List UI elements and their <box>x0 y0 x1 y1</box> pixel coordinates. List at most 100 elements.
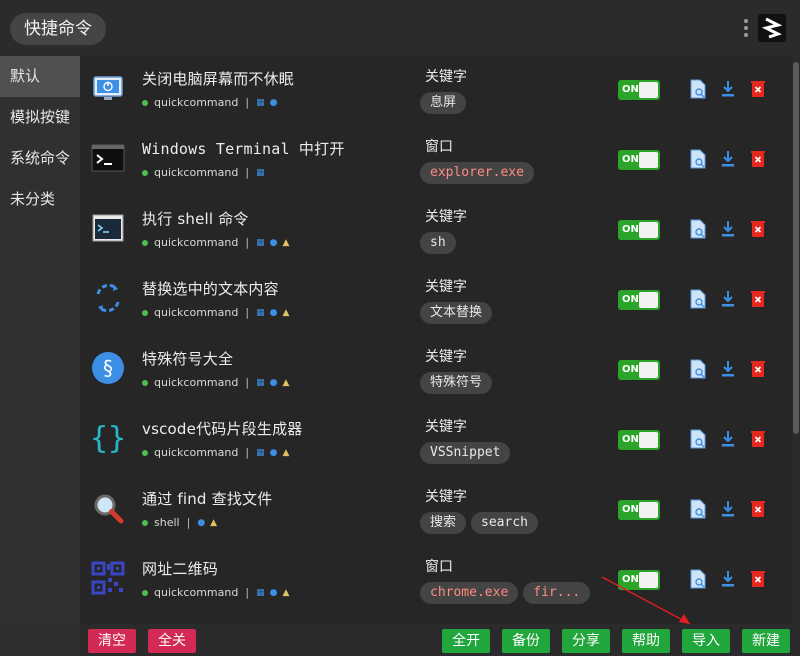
command-title: 替换选中的文本内容 <box>142 280 279 298</box>
windows-icon: ▦ <box>256 447 265 458</box>
keyword-chips: chrome.exe fir... <box>420 582 595 604</box>
linux-icon: ▲ <box>282 237 290 248</box>
command-row: 关闭电脑屏幕而不休眠 quickcommand | ▦ ● 关键字 息屏 ON <box>80 56 792 126</box>
enable-toggle[interactable]: ON <box>618 80 660 100</box>
export-icon[interactable] <box>720 79 736 99</box>
sidebar-item-uncategorized[interactable]: 未分类 <box>0 179 80 220</box>
command-tag: quickcommand <box>154 376 239 389</box>
keyword-chip: 文本替换 <box>420 302 493 324</box>
kebab-menu-icon[interactable] <box>742 17 750 41</box>
keyword-chip: chrome.exe <box>420 582 519 604</box>
import-button[interactable]: 导入 <box>682 629 730 653</box>
keyword-chips: sh <box>420 232 461 254</box>
command-tag: quickcommand <box>154 166 239 179</box>
keyword-chips: 搜索 search <box>420 512 543 534</box>
enable-toggle[interactable]: ON <box>618 500 660 520</box>
enable-toggle[interactable]: ON <box>618 150 660 170</box>
linux-icon: ▲ <box>282 447 290 458</box>
edit-icon[interactable] <box>690 79 706 99</box>
quickcommand-logo-icon <box>758 14 786 42</box>
delete-icon[interactable] <box>750 79 766 99</box>
feature-type: 关键字 <box>425 279 467 295</box>
enable-toggle[interactable]: ON <box>618 220 660 240</box>
keyword-chips: explorer.exe <box>420 162 539 184</box>
feature-type: 关键字 <box>425 489 467 505</box>
enable-toggle[interactable]: ON <box>618 290 660 310</box>
command-row: Windows Terminal 中打开 quickcommand | ▦ 窗口… <box>80 126 792 196</box>
edit-icon[interactable] <box>690 359 706 379</box>
magnifier-icon <box>90 490 126 526</box>
delete-icon[interactable] <box>750 149 766 169</box>
keyword-chips: 特殊符号 <box>420 372 497 394</box>
sidebar-item-system-commands[interactable]: 系统命令 <box>0 138 80 179</box>
command-tag: quickcommand <box>154 446 239 459</box>
edit-icon[interactable] <box>690 149 706 169</box>
qr-code-icon <box>90 560 126 596</box>
edit-icon[interactable] <box>690 499 706 519</box>
apple-icon: ● <box>197 517 206 528</box>
apple-icon: ● <box>269 97 278 108</box>
export-icon[interactable] <box>720 149 736 169</box>
apple-icon: ● <box>269 377 278 388</box>
edit-icon[interactable] <box>690 219 706 239</box>
export-icon[interactable] <box>720 569 736 589</box>
feature-type: 窗口 <box>425 139 453 155</box>
sidebar: 默认 模拟按键 系统命令 未分类 <box>0 56 80 624</box>
windows-icon: ▦ <box>256 97 265 108</box>
keyword-chip: fir... <box>523 582 591 604</box>
curly-braces-icon: {} <box>90 420 126 456</box>
delete-icon[interactable] <box>750 429 766 449</box>
command-tag: quickcommand <box>154 586 239 599</box>
enable-toggle[interactable]: ON <box>618 430 660 450</box>
disable-all-button[interactable]: 全关 <box>148 629 196 653</box>
enable-all-button[interactable]: 全开 <box>442 629 490 653</box>
command-title: Windows Terminal 中打开 <box>142 140 345 158</box>
edit-icon[interactable] <box>690 429 706 449</box>
keyword-chip: explorer.exe <box>420 162 534 184</box>
export-icon[interactable] <box>720 219 736 239</box>
command-title: 特殊符号大全 <box>142 350 234 368</box>
export-icon[interactable] <box>720 499 736 519</box>
windows-icon: ▦ <box>256 377 265 388</box>
command-meta: quickcommand | ▦ ● ▲ <box>142 376 294 389</box>
app-title: 快捷命令 <box>10 13 106 45</box>
keyword-chip: sh <box>420 232 456 254</box>
sidebar-item-simulate-keys[interactable]: 模拟按键 <box>0 97 80 138</box>
scrollbar[interactable] <box>792 56 800 624</box>
sidebar-item-default[interactable]: 默认 <box>0 56 80 97</box>
keyword-chips: VSSnippet <box>420 442 515 464</box>
delete-icon[interactable] <box>750 219 766 239</box>
edit-icon[interactable] <box>690 289 706 309</box>
enable-toggle[interactable]: ON <box>618 360 660 380</box>
edit-icon[interactable] <box>690 569 706 589</box>
terminal-dark-icon <box>90 140 126 176</box>
new-button[interactable]: 新建 <box>742 629 790 653</box>
delete-icon[interactable] <box>750 359 766 379</box>
command-row: 网址二维码 quickcommand | ▦ ● ▲ 窗口 chrome.exe… <box>80 546 792 616</box>
delete-icon[interactable] <box>750 499 766 519</box>
command-tag: quickcommand <box>154 306 239 319</box>
delete-icon[interactable] <box>750 569 766 589</box>
keyword-chip: 搜索 <box>420 512 467 534</box>
linux-icon: ▲ <box>282 307 290 318</box>
feature-type: 窗口 <box>425 559 453 575</box>
command-meta: quickcommand | ▦ ● ▲ <box>142 236 294 249</box>
feature-type: 关键字 <box>425 69 467 85</box>
feature-type: 关键字 <box>425 209 467 225</box>
scrollbar-thumb[interactable] <box>793 62 799 434</box>
share-button[interactable]: 分享 <box>562 629 610 653</box>
clear-button[interactable]: 清空 <box>88 629 136 653</box>
linux-icon: ▲ <box>282 377 290 388</box>
keyword-chip: search <box>471 512 538 534</box>
command-title: 执行 shell 命令 <box>142 210 249 228</box>
keyword-chip: VSSnippet <box>420 442 511 464</box>
export-icon[interactable] <box>720 429 736 449</box>
export-icon[interactable] <box>720 359 736 379</box>
backup-button[interactable]: 备份 <box>502 629 550 653</box>
delete-icon[interactable] <box>750 289 766 309</box>
help-button[interactable]: 帮助 <box>622 629 670 653</box>
title-bar: 快捷命令 <box>0 0 800 56</box>
command-row: § 特殊符号大全 quickcommand | ▦ ● ▲ 关键字 特殊符号 O… <box>80 336 792 406</box>
enable-toggle[interactable]: ON <box>618 570 660 590</box>
export-icon[interactable] <box>720 289 736 309</box>
